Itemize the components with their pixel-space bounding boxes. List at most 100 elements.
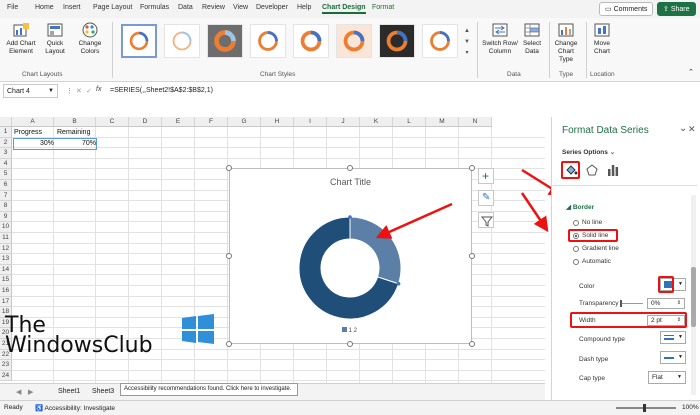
row-header-5[interactable]: 5	[0, 169, 12, 180]
tab-view[interactable]: View	[233, 4, 248, 11]
chart-style-1[interactable]	[121, 24, 157, 58]
row-header-16[interactable]: 16	[0, 286, 12, 297]
resize-handle[interactable]	[469, 253, 475, 259]
spinner-icon[interactable]: ⇕	[677, 300, 681, 306]
tab-help[interactable]: Help	[297, 4, 311, 11]
row-header-7[interactable]: 7	[0, 190, 12, 202]
fx-icon[interactable]: fx	[96, 86, 101, 93]
next-sheet-icon[interactable]: ▶	[28, 388, 33, 396]
chart-styles-scroll[interactable]: ▲ ▼ ▾	[462, 26, 472, 60]
transparency-input[interactable]: 0% ⇕	[647, 298, 685, 309]
confirm-icon[interactable]: ✓	[86, 87, 92, 95]
row-header-24[interactable]: 24	[0, 370, 12, 382]
chart-style-5[interactable]	[293, 24, 329, 58]
resize-handle[interactable]	[347, 165, 353, 171]
tab-formulas[interactable]: Formulas	[140, 4, 169, 11]
row-header-1[interactable]: 1	[0, 127, 12, 138]
move-chart-button[interactable]: Move Chart	[589, 22, 615, 56]
chart-area[interactable]: Chart Title 1 2	[229, 168, 472, 344]
collapse-ribbon-icon[interactable]: ⌃	[688, 68, 694, 76]
column-header-g[interactable]: G	[228, 117, 261, 127]
row-header-2[interactable]: 2	[0, 137, 12, 149]
column-header-h[interactable]: H	[261, 117, 294, 127]
automatic-radio[interactable]	[573, 259, 579, 265]
column-header-b[interactable]: B	[54, 117, 96, 127]
donut-slice-1[interactable]	[349, 216, 402, 285]
gradient-line-radio[interactable]	[573, 246, 579, 252]
row-header-10[interactable]: 10	[0, 222, 12, 233]
chart-style-4[interactable]	[250, 24, 286, 58]
comments-button[interactable]: ▭ Comments	[599, 2, 654, 16]
series-options-dropdown[interactable]: Series Options ⌄	[562, 148, 615, 156]
column-header-j[interactable]: J	[327, 117, 360, 127]
resize-handle[interactable]	[469, 341, 475, 347]
add-chart-element-button[interactable]: Add Chart Element	[6, 22, 36, 56]
pane-scrollbar-thumb[interactable]	[691, 267, 696, 327]
column-header-d[interactable]: D	[129, 117, 162, 127]
dash-type-picker[interactable]: ▼	[660, 351, 686, 364]
tab-home[interactable]: Home	[35, 4, 54, 11]
row-header-9[interactable]: 9	[0, 211, 12, 223]
chart-style-8[interactable]	[422, 24, 458, 58]
column-header-n[interactable]: N	[459, 117, 492, 127]
series-options-tab[interactable]	[607, 164, 619, 178]
tab-file[interactable]: File	[7, 4, 18, 11]
chart-elements-button[interactable]: +	[478, 168, 494, 184]
accessibility-status[interactable]: ♿ Accessibility: Investigate	[35, 404, 115, 412]
cell-b1[interactable]: Remaining	[57, 129, 90, 136]
resize-handle[interactable]	[226, 253, 232, 259]
column-header-e[interactable]: E	[162, 117, 195, 127]
resize-handle[interactable]	[347, 341, 353, 347]
row-header-8[interactable]: 8	[0, 201, 12, 212]
formula-options-icon[interactable]: ⋮	[66, 87, 73, 95]
switch-row-column-button[interactable]: Switch Row/ Column	[482, 22, 518, 56]
effects-tab[interactable]	[586, 164, 598, 178]
selection-point[interactable]	[348, 215, 352, 219]
chart-styles-button[interactable]: ✎	[478, 190, 494, 206]
border-section-header[interactable]: ◢ Border	[566, 203, 594, 211]
row-header-6[interactable]: 6	[0, 180, 12, 191]
resize-handle[interactable]	[226, 341, 232, 347]
column-header-a[interactable]: A	[12, 117, 54, 127]
change-chart-type-button[interactable]: Change Chart Type	[551, 22, 581, 64]
select-all-corner[interactable]	[0, 117, 12, 127]
row-header-12[interactable]: 12	[0, 243, 12, 255]
column-header-k[interactable]: K	[360, 117, 393, 127]
tab-insert[interactable]: Insert	[63, 4, 81, 11]
chart-legend[interactable]: 1 2	[342, 327, 357, 334]
row-header-3[interactable]: 3	[0, 148, 12, 159]
row-header-17[interactable]: 17	[0, 296, 12, 308]
row-header-23[interactable]: 23	[0, 360, 12, 371]
quick-layout-button[interactable]: Quick Layout	[40, 22, 70, 56]
name-box[interactable]: Chart 4 ▼	[3, 84, 58, 98]
tab-format[interactable]: Format	[372, 4, 394, 11]
more-icon[interactable]: ▾	[462, 48, 472, 59]
chart-style-7[interactable]	[379, 24, 415, 58]
prev-sheet-icon[interactable]: ◀	[16, 388, 21, 396]
resize-handle[interactable]	[226, 165, 232, 171]
close-icon[interactable]: ✕	[688, 124, 696, 135]
row-header-4[interactable]: 4	[0, 158, 12, 170]
donut-chart[interactable]	[230, 169, 471, 343]
chevron-up-icon[interactable]: ▲	[462, 26, 472, 37]
row-header-11[interactable]: 11	[0, 233, 12, 244]
formula-input[interactable]: =SERIES(,,Sheet2!$A$2:$B$2,1)	[110, 87, 213, 94]
row-header-14[interactable]: 14	[0, 264, 12, 276]
chevron-down-icon[interactable]: ▼	[48, 88, 54, 94]
select-data-button[interactable]: Select Data	[520, 22, 544, 56]
share-button[interactable]: ⇪ Share	[657, 2, 696, 16]
tab-review[interactable]: Review	[202, 4, 225, 11]
tab-data[interactable]: Data	[178, 4, 193, 11]
compound-type-picker[interactable]: ▼	[660, 331, 686, 344]
row-header-15[interactable]: 15	[0, 275, 12, 286]
transparency-slider-thumb[interactable]	[620, 300, 622, 307]
column-header-l[interactable]: L	[393, 117, 426, 127]
selection-point[interactable]	[396, 281, 401, 286]
resize-handle[interactable]	[469, 165, 475, 171]
chart-style-6[interactable]	[336, 24, 372, 58]
zoom-slider[interactable]	[616, 407, 676, 409]
zoom-slider-thumb[interactable]	[643, 404, 646, 412]
cancel-icon[interactable]: ✕	[76, 87, 82, 95]
change-colors-button[interactable]: Change Colors	[75, 22, 105, 56]
accessibility-tooltip[interactable]: Accessibility recommendations found. Cli…	[120, 383, 298, 396]
